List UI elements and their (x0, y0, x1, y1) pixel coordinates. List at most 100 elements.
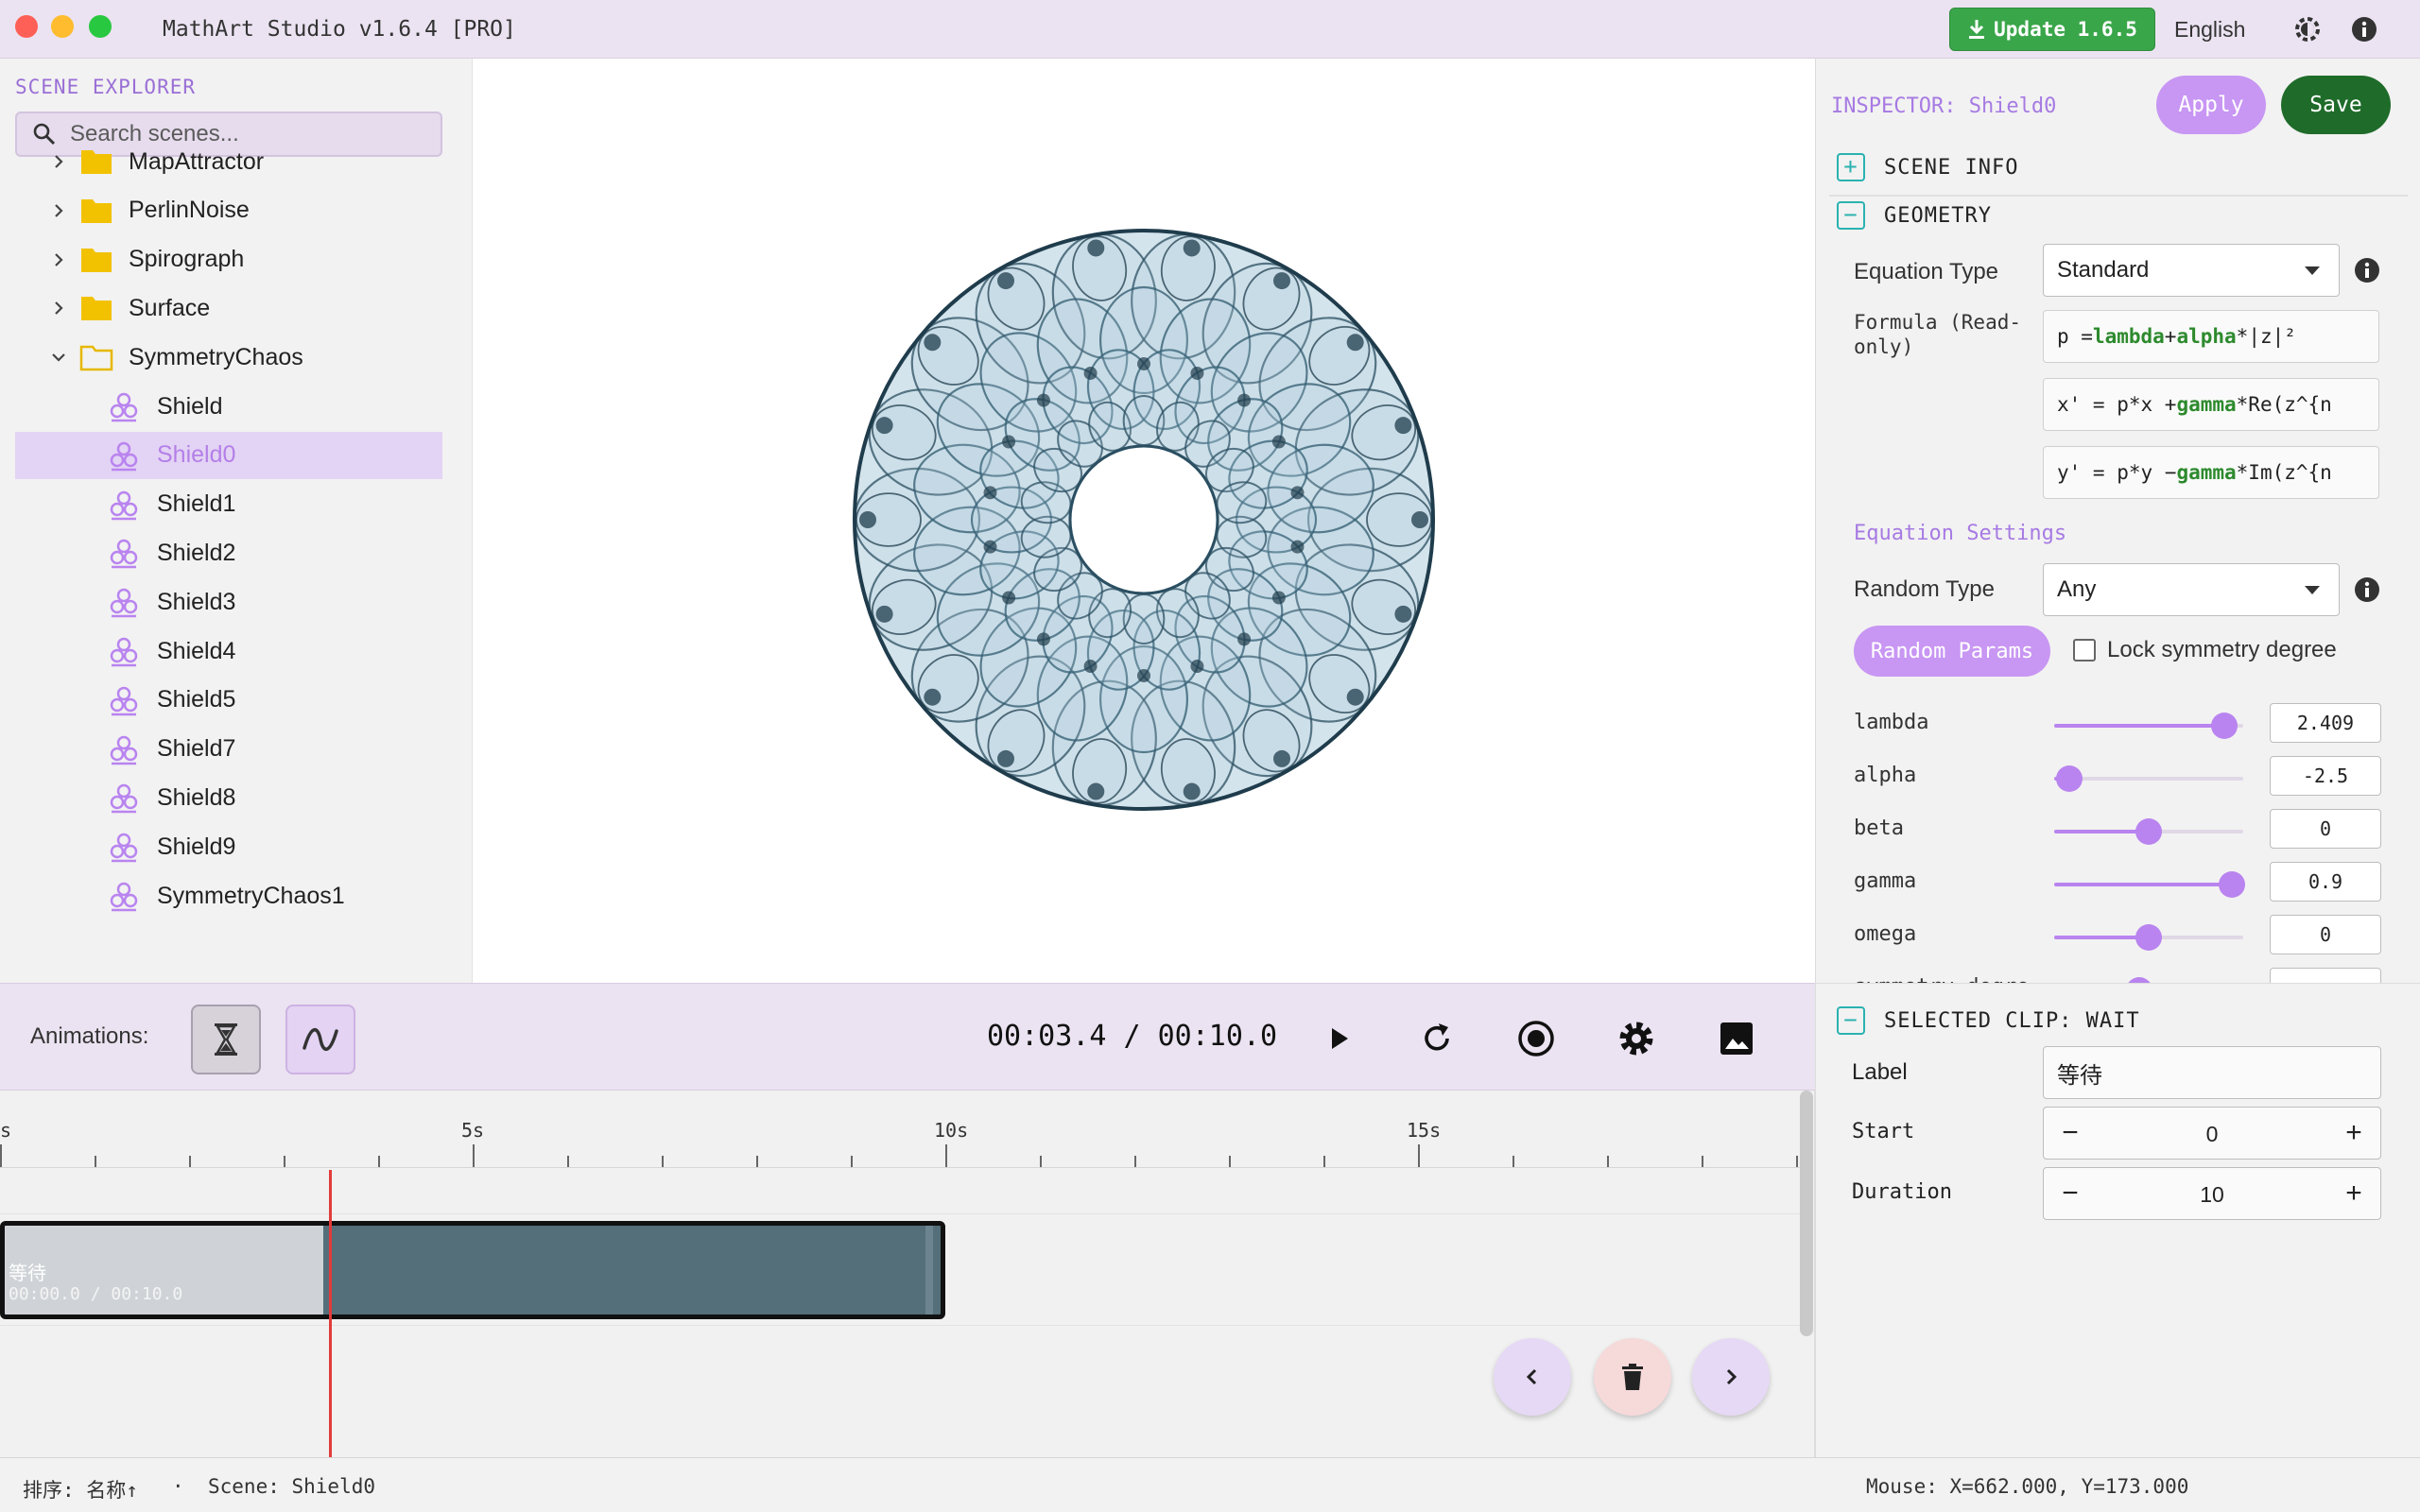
slider-thumb[interactable] (2135, 818, 2162, 845)
play-icon[interactable] (1318, 1018, 1359, 1059)
window-maximize-button[interactable] (89, 15, 112, 38)
param-value-input[interactable]: 2.409 (2270, 703, 2381, 743)
param-value-input[interactable] (2270, 968, 2381, 983)
tree-folder[interactable]: Spirograph (15, 236, 442, 284)
tree-scene-item[interactable]: Shield4 (15, 627, 442, 675)
next-clip-button[interactable] (1692, 1338, 1770, 1416)
formula-text: *Re(z^{n (2236, 393, 2332, 416)
start-stepper[interactable]: − 0 + (2043, 1107, 2381, 1160)
tree-folder[interactable]: PerlinNoise (15, 187, 442, 234)
tree-scene-item[interactable]: Shield0 (15, 431, 442, 479)
tree-scene-item[interactable]: Shield2 (15, 529, 442, 576)
chevron-right-icon[interactable] (49, 299, 68, 318)
tree-scene-item[interactable]: Shield1 (15, 481, 442, 528)
tree-scene-item[interactable]: SymmetryChaos1 (15, 872, 442, 919)
expand-icon[interactable]: + (1837, 153, 1865, 181)
add-wait-animation-button[interactable] (191, 1005, 261, 1074)
param-slider[interactable] (2054, 818, 2243, 845)
refresh-icon[interactable] (1416, 1018, 1458, 1059)
symmetry-scene-icon (110, 833, 138, 863)
param-slider[interactable] (2054, 765, 2243, 792)
chevron-down-icon[interactable] (49, 348, 68, 367)
folder-icon (81, 150, 112, 174)
tree-folder[interactable]: MapAttractor (15, 138, 442, 185)
record-icon[interactable] (1515, 1018, 1557, 1059)
art-node (1183, 239, 1201, 257)
tree-scene-item[interactable]: Shield3 (15, 578, 442, 626)
formula-line: y' = p*y − gamma *Im(z^{n (2043, 446, 2379, 499)
duration-decrement-button[interactable]: − (2051, 1176, 2089, 1213)
param-value-input[interactable]: 0.9 (2270, 862, 2381, 902)
window-close-button[interactable] (15, 15, 38, 38)
duration-value[interactable]: 10 (2100, 1168, 2324, 1221)
tree-scene-label: Shield8 (157, 783, 236, 811)
timeline[interactable]: s 5s 10s 15s 等待 00:00.0 / 00:10.0 (0, 1091, 1815, 1457)
tree-scene-item[interactable]: Shield7 (15, 726, 442, 773)
start-increment-button[interactable]: + (2335, 1115, 2373, 1153)
collapse-icon[interactable]: − (1837, 1006, 1865, 1035)
save-button[interactable]: Save (2281, 76, 2391, 134)
chevron-right-icon[interactable] (49, 201, 68, 220)
param-value-input[interactable]: 0 (2270, 915, 2381, 954)
info-icon[interactable] (2350, 15, 2378, 43)
playhead[interactable] (329, 1170, 332, 1457)
clip-resize-handle[interactable] (925, 1226, 933, 1314)
tree-scene-item[interactable]: Shield9 (15, 823, 442, 870)
status-bar: 排序: 名称↑ · Scene: Shield0 Mouse: X=662.00… (0, 1457, 2420, 1512)
gear-icon[interactable] (1616, 1018, 1657, 1059)
tree-scene-item[interactable]: Shield8 (15, 774, 442, 821)
tree-scene-label: Shield (157, 392, 223, 420)
slider-thumb[interactable] (2135, 924, 2162, 951)
update-button[interactable]: Update 1.6.5 (1949, 8, 2155, 51)
equation-type-select[interactable]: Standard (2043, 244, 2340, 297)
folder-icon (81, 198, 112, 223)
chevron-right-icon[interactable] (49, 250, 68, 269)
selected-clip-section[interactable]: − SELECTED CLIP: WAIT (1837, 1006, 2140, 1035)
apply-button[interactable]: Apply (2156, 76, 2266, 134)
symmetry-chaos-render (853, 229, 1435, 811)
info-icon[interactable] (2353, 576, 2381, 604)
param-slider[interactable] (2054, 924, 2243, 951)
start-value[interactable]: 0 (2100, 1108, 2324, 1160)
slider-thumb[interactable] (2219, 871, 2245, 898)
scene-info-section[interactable]: + SCENE INFO (1837, 153, 2018, 181)
param-value-input[interactable]: 0 (2270, 809, 2381, 849)
timeline-ruler[interactable]: s 5s 10s 15s (0, 1091, 1800, 1168)
slider-thumb[interactable] (2211, 713, 2238, 739)
equation-settings-title: Equation Settings (1854, 522, 2067, 545)
lock-symmetry-checkbox[interactable] (2073, 639, 2096, 662)
duration-stepper[interactable]: − 10 + (2043, 1167, 2381, 1220)
info-icon[interactable] (2353, 256, 2381, 284)
window-minimize-button[interactable] (51, 15, 74, 38)
clip-label-input[interactable]: 等待 (2043, 1046, 2381, 1099)
timeline-scrollbar[interactable] (1800, 1091, 1813, 1336)
tree-scene-item[interactable]: Shield5 (15, 677, 442, 724)
timeline-clip[interactable]: 等待 00:00.0 / 00:10.0 (0, 1221, 945, 1319)
symmetry-scene-icon (110, 784, 138, 814)
collapse-icon[interactable]: − (1837, 201, 1865, 230)
image-icon[interactable] (1716, 1018, 1757, 1059)
slider-thumb[interactable] (2056, 765, 2083, 792)
update-button-label: Update 1.6.5 (1994, 18, 2137, 41)
gear-theme-icon[interactable] (2291, 13, 2324, 45)
language-selector[interactable]: English (2174, 17, 2245, 43)
param-slider[interactable] (2054, 871, 2245, 898)
start-label: Start (1852, 1120, 1915, 1143)
add-curve-animation-button[interactable] (285, 1005, 355, 1074)
chevron-right-icon[interactable] (49, 152, 68, 171)
sort-status[interactable]: 排序: 名称↑ (23, 1475, 138, 1503)
time-readout: 00:03.4 / 00:10.0 (987, 1020, 1278, 1053)
param-slider[interactable] (2054, 713, 2243, 739)
render-canvas[interactable] (473, 59, 1815, 983)
tree-folder[interactable]: SymmetryChaos (15, 334, 442, 381)
tree-scene-item[interactable]: Shield (15, 383, 442, 430)
previous-clip-button[interactable] (1494, 1338, 1571, 1416)
delete-clip-button[interactable] (1594, 1338, 1671, 1416)
duration-increment-button[interactable]: + (2335, 1176, 2373, 1213)
tree-folder[interactable]: Surface (15, 284, 442, 332)
start-decrement-button[interactable]: − (2051, 1115, 2089, 1153)
random-type-select[interactable]: Any (2043, 563, 2340, 616)
geometry-section[interactable]: − GEOMETRY (1837, 201, 1992, 230)
random-params-button[interactable]: Random Params (1854, 626, 2050, 677)
param-value-input[interactable]: -2.5 (2270, 756, 2381, 796)
